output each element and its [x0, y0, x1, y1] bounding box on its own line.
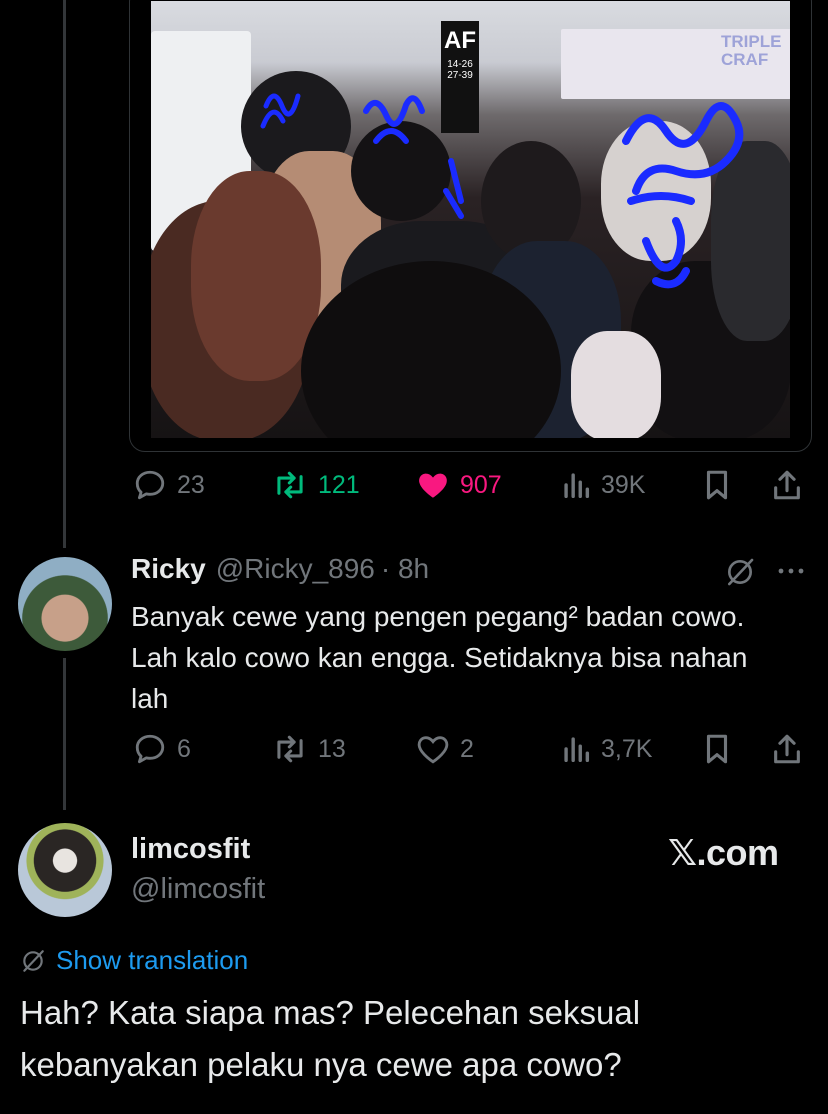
reply-like-count: 2: [460, 734, 474, 763]
repost-icon: [277, 735, 303, 763]
show-translation-label: Show translation: [56, 945, 249, 975]
more-icon[interactable]: [776, 564, 806, 578]
show-translation-link[interactable]: Show translation: [20, 945, 248, 976]
reply-timestamp[interactable]: · 8h: [381, 553, 429, 585]
bookmark-icon: [706, 470, 728, 500]
heart-icon: [419, 473, 447, 498]
reply-share-button[interactable]: [771, 732, 803, 766]
reply-views-button[interactable]: 3,7K: [561, 732, 652, 766]
repost-button[interactable]: 121: [272, 468, 360, 502]
reply-author-handle[interactable]: @Ricky_896: [216, 553, 375, 585]
reply-repost-button[interactable]: 13: [272, 732, 346, 766]
repost-icon: [277, 471, 303, 499]
like-button[interactable]: 907: [416, 468, 502, 502]
views-button[interactable]: 39K: [561, 468, 645, 502]
views-icon: [564, 473, 590, 499]
reply-avatar[interactable]: [18, 557, 112, 651]
reply-views-count: 3,7K: [601, 734, 653, 763]
translate-icon: [23, 949, 44, 972]
reply-bookmark-button[interactable]: [702, 732, 732, 766]
grok-icon[interactable]: [724, 556, 756, 588]
blur-scribble: [260, 93, 744, 289]
repost-count: 121: [318, 470, 360, 499]
views-icon: [564, 737, 590, 763]
reply-like-button[interactable]: 2: [416, 732, 474, 766]
bookmark-button[interactable]: [702, 468, 732, 502]
main-tweet-text: Hah? Kata siapa mas? Pelecehan seksual k…: [20, 994, 641, 1083]
share-button[interactable]: [771, 468, 803, 502]
bookmark-icon: [706, 734, 728, 764]
reply-actions: 6 13 2 3,7K: [0, 732, 828, 772]
main-author-name[interactable]: limcosfit: [131, 833, 250, 866]
reply-icon: [135, 734, 165, 764]
x-source-badge: 𝕏.com: [668, 832, 779, 873]
share-icon: [774, 734, 800, 764]
reply-repost-count: 13: [318, 734, 346, 763]
heart-icon: [417, 736, 449, 764]
tweet-media-card[interactable]: TRIPLE CRAF AF 14-26 27-39: [129, 0, 812, 452]
reply-button[interactable]: 23: [133, 468, 205, 502]
reply-reply-button[interactable]: 6: [133, 732, 191, 766]
reply-icon: [135, 470, 165, 500]
tweet-photo[interactable]: TRIPLE CRAF AF 14-26 27-39: [151, 1, 790, 438]
reply-text: Banyak cewe yang pengen pegang² badan co…: [131, 601, 748, 714]
thread-line-top: [63, 0, 66, 548]
share-icon: [774, 470, 800, 500]
reply-header: Ricky @Ricky_896 · 8h: [131, 553, 429, 585]
main-author-handle[interactable]: @limcosfit: [131, 873, 265, 906]
views-count: 39K: [601, 470, 646, 499]
like-count: 907: [460, 470, 502, 499]
reply-author-name[interactable]: Ricky: [131, 553, 206, 585]
reply-reply-count: 6: [177, 734, 191, 763]
main-avatar[interactable]: [18, 823, 112, 917]
tweet-actions: 23 121 907 39K: [0, 468, 828, 508]
reply-count: 23: [177, 470, 205, 499]
